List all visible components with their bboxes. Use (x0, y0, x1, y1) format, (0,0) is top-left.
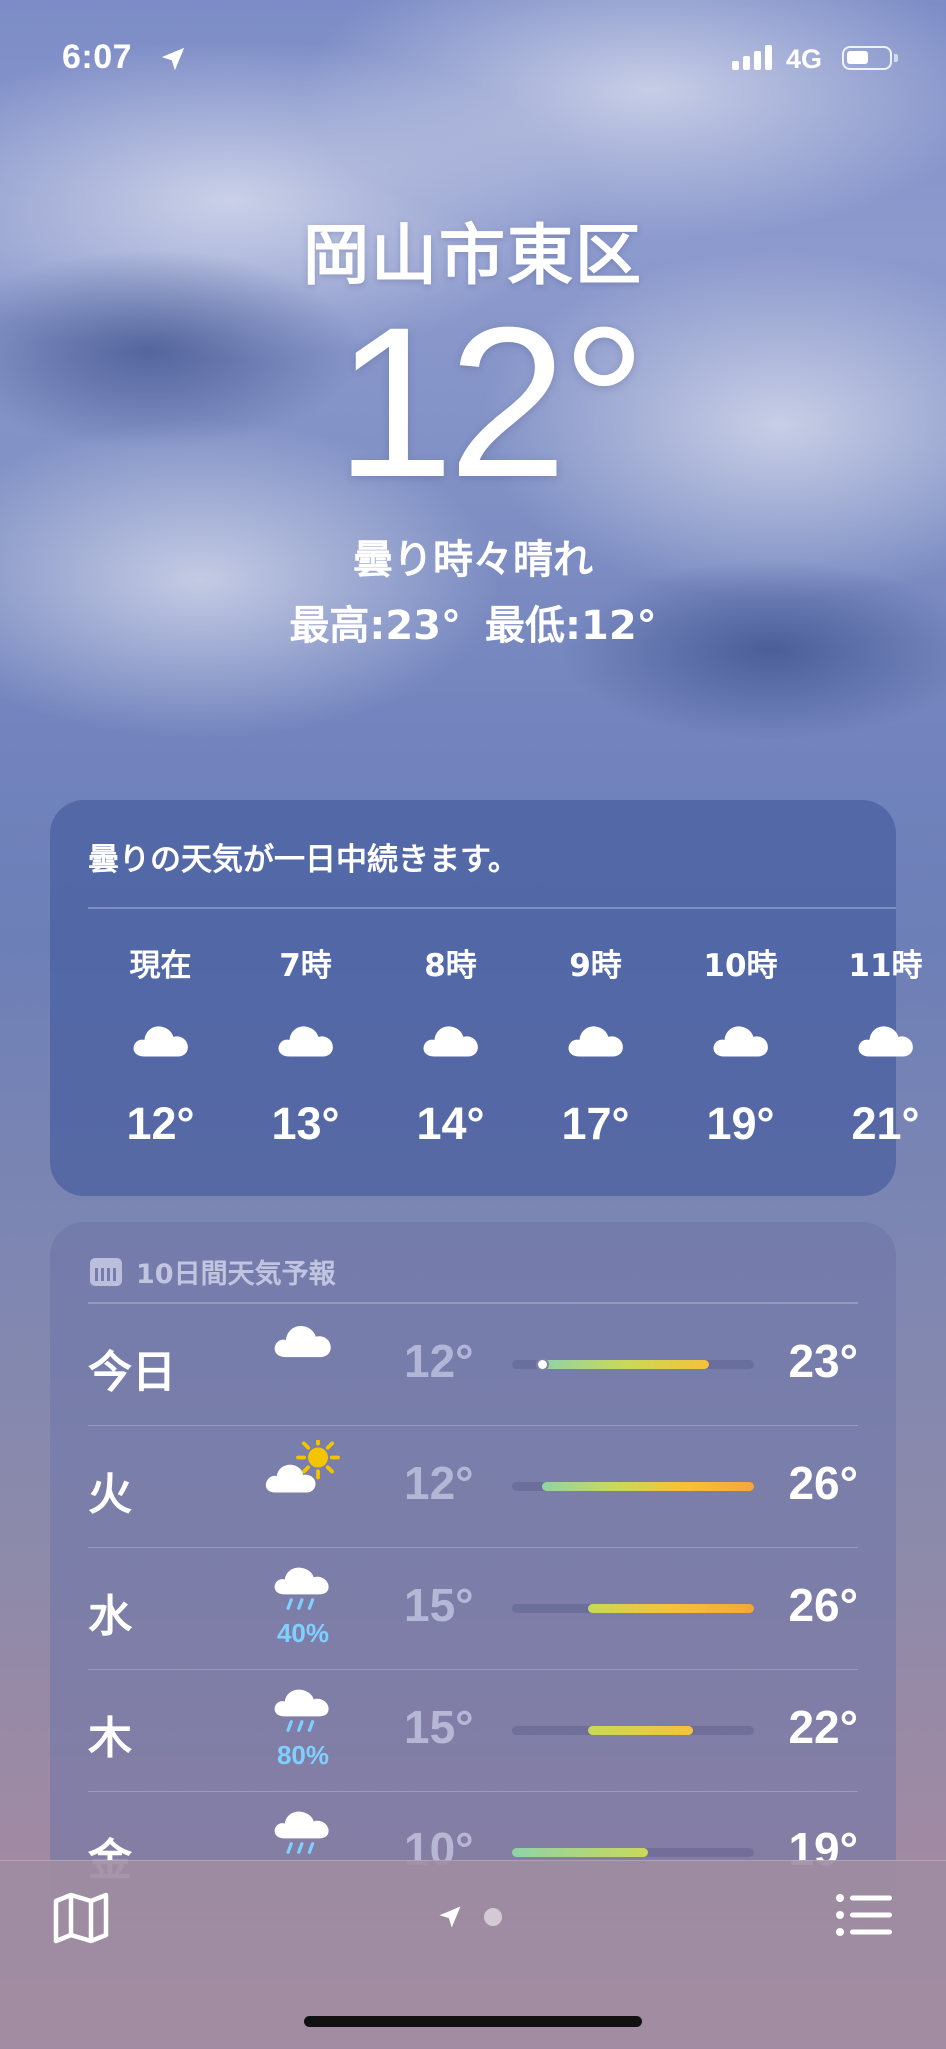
high-low: 最高:23° 最低:12° (0, 593, 946, 651)
forecast-day-row[interactable]: 水 40% 15° 26° (88, 1548, 858, 1670)
page-dot-icon[interactable] (484, 1908, 502, 1926)
low-temp: 15° (404, 1701, 474, 1753)
temp-range-bar (512, 1604, 754, 1613)
hour-item: 7時 13° (233, 940, 378, 1180)
temp-range-fill (542, 1482, 755, 1491)
hour-label: 7時 (279, 948, 332, 984)
list-icon[interactable] (836, 1893, 892, 1937)
hourly-summary: 曇りの天気が一日中続きます。 (88, 842, 519, 878)
cloud-icon (420, 990, 482, 1090)
page-indicator[interactable] (436, 1903, 502, 1931)
current-temperature: 12° (335, 282, 647, 522)
cloud-icon-cell (258, 1318, 348, 1366)
partly-sunny-icon-cell (258, 1435, 348, 1504)
status-time: 6:07 (62, 38, 133, 76)
cloud-icon (710, 990, 772, 1090)
map-icon[interactable] (52, 1891, 110, 1945)
rain-icon-cell (258, 1806, 348, 1862)
hourly-forecast-card[interactable]: 曇りの天気が一日中続きます。 現在 12° 7時 13° 8時 14° 9時 17° 10時 19… (50, 800, 923, 1196)
hour-temp: 14° (416, 1098, 485, 1149)
cloud-icon (855, 990, 917, 1090)
low-temp: 15° (404, 1579, 474, 1631)
location-arrow-icon[interactable] (436, 1903, 464, 1931)
hour-item: 現在 12° (88, 940, 233, 1180)
hour-item: 9時 17° (523, 940, 668, 1180)
city-name: 岡山市東区 (303, 217, 643, 294)
rain-icon (271, 1562, 335, 1618)
hour-label: 現在 (129, 948, 192, 984)
hour-label: 10時 (703, 948, 778, 984)
low-temp: 12° (404, 1335, 474, 1387)
cloud-icon (271, 1318, 335, 1366)
ten-day-header: 10日間天気予報 (90, 1252, 336, 1291)
low-temp: 最低:12° (485, 603, 657, 650)
network-type: 4G (786, 44, 823, 74)
home-indicator[interactable] (304, 2016, 642, 2027)
temp-range-bar (512, 1482, 755, 1491)
location-arrow-icon (161, 47, 185, 71)
high-temp: 26° (788, 1579, 858, 1631)
day-label: 木 (88, 1713, 132, 1764)
calendar-icon (90, 1257, 122, 1286)
cloud-icon (275, 990, 337, 1090)
cloud-icon (130, 990, 192, 1090)
hour-temp: 19° (706, 1098, 775, 1149)
day-label: 水 (88, 1591, 132, 1642)
high-temp: 22° (788, 1701, 858, 1753)
status-bar: 6:07 4G (0, 0, 946, 110)
hour-label: 8時 (424, 948, 477, 984)
precip-chance: 80% (276, 1740, 330, 1770)
condition-text: 曇り時々晴れ (353, 537, 593, 584)
hour-temp: 13° (271, 1098, 340, 1149)
day-label: 火 (88, 1469, 132, 1520)
hour-item: 8時 14° (378, 940, 523, 1180)
temp-range-bar (512, 1726, 754, 1735)
high-temp: 最高:23° (289, 603, 461, 650)
low-temp: 12° (404, 1457, 474, 1509)
rain-icon (271, 1806, 335, 1862)
divider (88, 907, 896, 909)
hour-item: 10時 19° (668, 940, 813, 1180)
temp-range-fill (542, 1360, 709, 1369)
forecast-day-row[interactable]: 今日 12° 23° (88, 1304, 858, 1426)
rain-icon-cell: 40% (258, 1562, 348, 1649)
precip-chance: 40% (276, 1618, 330, 1648)
hour-temp: 21° (851, 1098, 920, 1149)
day-label: 今日 (88, 1347, 176, 1398)
hour-label: 9時 (569, 948, 622, 984)
cloud-icon (565, 990, 627, 1090)
temp-range-bar (512, 1848, 754, 1857)
hour-temp: 12° (126, 1098, 195, 1149)
current-temp-marker (536, 1358, 550, 1371)
high-temp: 23° (788, 1335, 858, 1387)
forecast-day-row[interactable]: 木 80% 15° 22° (88, 1670, 858, 1792)
cellular-signal-icon (732, 44, 772, 70)
current-weather: 岡山市東区 12° 曇り時々晴れ 最高:23° 最低:12° (0, 217, 946, 651)
ten-day-forecast-card[interactable]: 10日間天気予報 今日 12° 23° 火 12° 26° 水 40% 15° 26° 木 80% 15… (50, 1222, 896, 1922)
hour-label: 11時 (848, 948, 923, 984)
rain-icon (271, 1684, 335, 1740)
forecast-day-row[interactable]: 火 12° 26° (88, 1426, 858, 1548)
partly-sunny-icon (263, 1435, 343, 1504)
temp-range-bar (512, 1358, 754, 1371)
temp-range-fill (512, 1848, 649, 1857)
rain-icon-cell: 80% (258, 1684, 348, 1771)
high-temp: 26° (788, 1457, 858, 1509)
temp-range-fill (587, 1726, 694, 1735)
hourly-scroller[interactable]: 現在 12° 7時 13° 8時 14° 9時 17° 10時 19° 11時 21° (88, 940, 922, 1180)
hour-temp: 17° (561, 1098, 630, 1149)
ten-day-title: 10日間天気予報 (136, 1259, 336, 1290)
battery-icon (842, 46, 898, 70)
temp-range-fill (587, 1604, 754, 1613)
hour-item: 11時 21° (813, 940, 946, 1180)
